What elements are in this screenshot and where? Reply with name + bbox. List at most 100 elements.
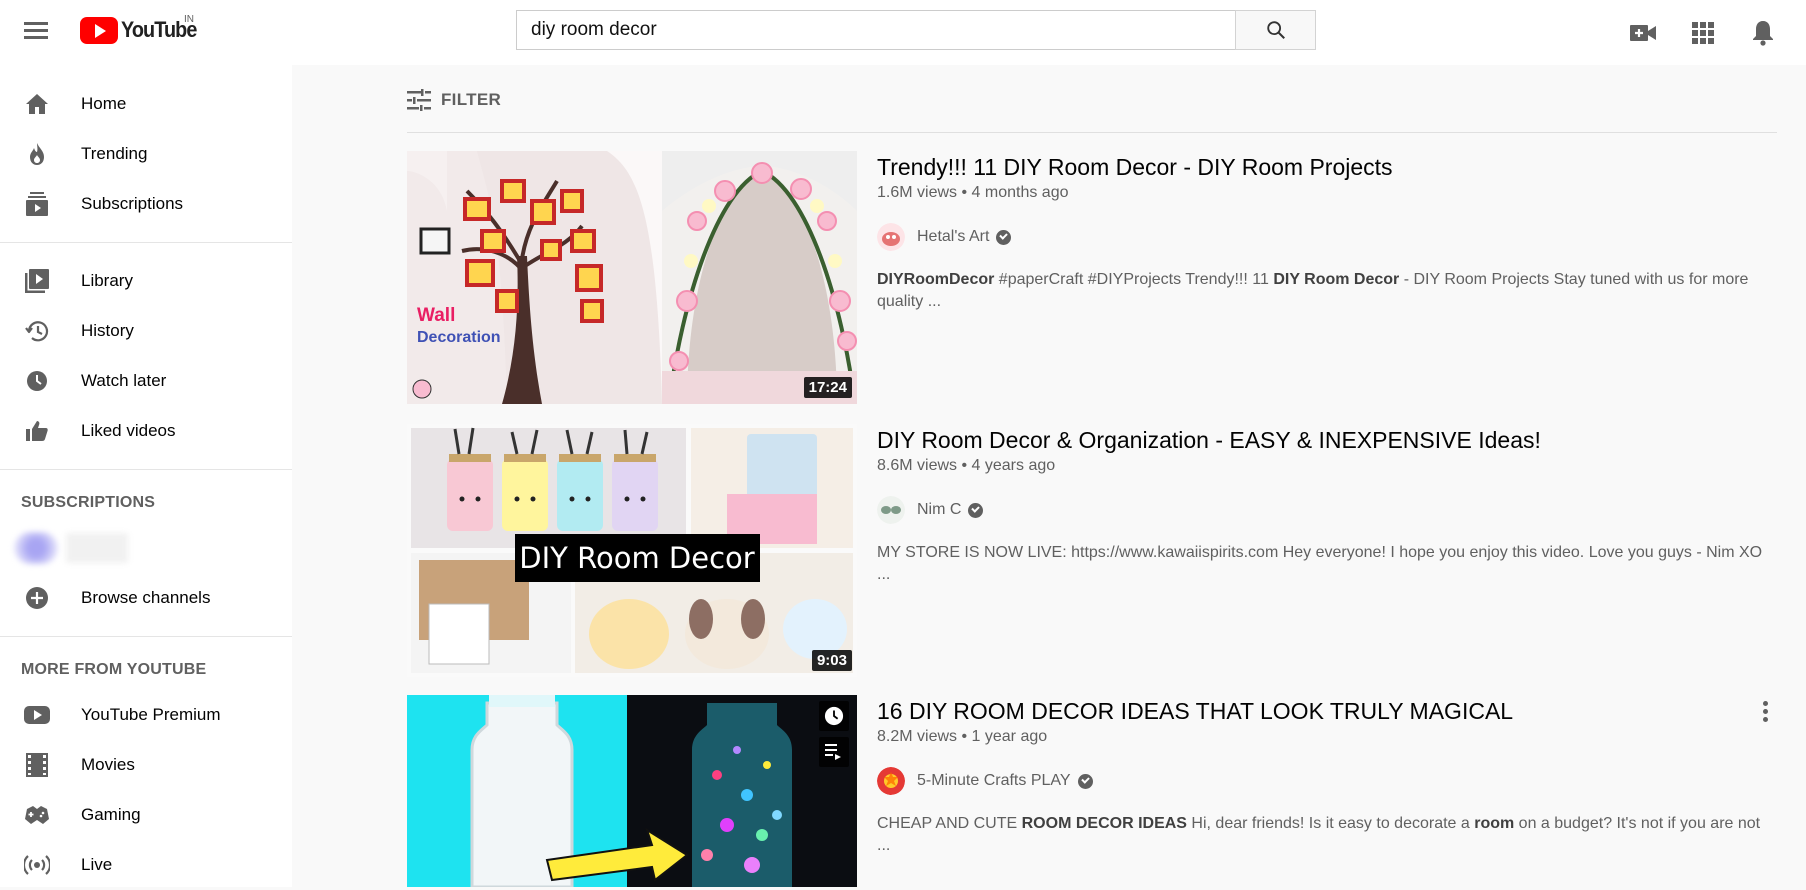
thumbnail-text: DIY Room Decor xyxy=(519,541,754,575)
sidebar-item-gaming[interactable]: Gaming xyxy=(0,790,292,840)
sidebar-item-home[interactable]: Home xyxy=(0,79,292,129)
video-info: Trendy!!! 11 DIY Room Decor - DIY Room P… xyxy=(877,151,1777,404)
video-title[interactable]: DIY Room Decor & Organization - EASY & I… xyxy=(877,425,1777,455)
home-icon xyxy=(24,91,50,117)
video-result: Wall Decoration 17:24 Trendy!!! 11 DIY R… xyxy=(407,151,1777,404)
video-description: MY STORE IS NOW LIVE: https://www.kawaii… xyxy=(877,542,1777,586)
add-to-queue-button[interactable] xyxy=(819,737,849,767)
sidebar-item-youtube-premium[interactable]: YouTube Premium xyxy=(0,690,292,740)
desc-segment: DIY Room Decor xyxy=(1273,271,1400,288)
channel-link[interactable]: Hetal's Art xyxy=(877,222,1777,252)
search-input[interactable] xyxy=(516,10,1236,50)
create-video-icon[interactable] xyxy=(1628,18,1658,48)
watch-later-button[interactable] xyxy=(819,701,849,731)
subscriptions-icon xyxy=(24,191,50,217)
sidebar-item-movies[interactable]: Movies xyxy=(0,740,292,790)
verified-badge-icon xyxy=(968,502,984,518)
sidebar-item-live[interactable]: Live xyxy=(0,840,292,890)
filter-label: FILTER xyxy=(441,90,502,109)
video-thumbnail[interactable]: Wall Decoration 17:24 xyxy=(407,151,857,404)
video-metadata: 8.6M views • 4 years ago xyxy=(877,455,1777,477)
verified-badge-icon xyxy=(996,229,1012,245)
video-duration: 17:24 xyxy=(803,377,852,398)
thumbnail-image: DIY Room Decor xyxy=(407,424,857,677)
search-icon xyxy=(1266,21,1285,39)
sidebar-item-browse-channels[interactable]: Browse channels xyxy=(0,573,292,623)
channel-avatar xyxy=(877,223,905,251)
subscription-channel-item[interactable] xyxy=(0,523,292,573)
sidebar-item-subscriptions[interactable]: Subscriptions xyxy=(0,179,292,229)
upload-age: 4 months ago xyxy=(971,184,1069,201)
channel-name: 5-Minute Crafts PLAY xyxy=(917,772,1071,789)
desc-segment: #paperCraft #DIYProjects Trendy!!! 11 xyxy=(994,271,1274,288)
apps-grid-icon[interactable] xyxy=(1688,18,1718,48)
desc-segment: DIYRoomDecor xyxy=(877,271,995,288)
youtube-logo[interactable]: YouTube IN xyxy=(80,14,205,45)
country-code: IN xyxy=(184,14,194,25)
sidebar-item-label: Live xyxy=(81,855,113,874)
sidebar-item-label: YouTube Premium xyxy=(81,705,221,724)
video-thumbnail[interactable]: DIY Room Decor 9:03 xyxy=(407,424,857,677)
clock-icon xyxy=(24,368,50,394)
filter-bar: FILTER xyxy=(407,89,1777,133)
channel-link[interactable]: Nim C xyxy=(877,495,1777,525)
channel-avatar xyxy=(877,496,905,524)
youtube-icon xyxy=(24,702,50,728)
sidebar-item-label: Watch later xyxy=(81,371,167,390)
thumbnail-image xyxy=(407,695,857,887)
video-result: 16 DIY ROOM DECOR IDEAS THAT LOOK TRULY … xyxy=(407,695,1777,887)
sidebar-item-watch-later[interactable]: Watch later xyxy=(0,356,292,406)
thumbnail-text: Wall xyxy=(417,305,455,326)
sidebar-item-label: History xyxy=(81,321,134,340)
search-button[interactable] xyxy=(1235,10,1316,50)
desc-segment: room xyxy=(1474,815,1515,832)
thumbnail-text: Decoration xyxy=(417,329,501,346)
gamepad-icon xyxy=(24,802,50,828)
video-title[interactable]: Trendy!!! 11 DIY Room Decor - DIY Room P… xyxy=(877,152,1777,182)
video-metadata: 8.2M views • 1 year ago xyxy=(877,726,1777,748)
video-metadata: 1.6M views • 4 months ago xyxy=(877,182,1777,204)
video-info: 16 DIY ROOM DECOR IDEAS THAT LOOK TRULY … xyxy=(877,695,1777,887)
youtube-play-icon xyxy=(80,16,118,44)
library-icon xyxy=(24,268,50,294)
sidebar-item-label: Browse channels xyxy=(81,588,211,607)
video-title[interactable]: 16 DIY ROOM DECOR IDEAS THAT LOOK TRULY … xyxy=(877,696,1777,726)
thumbs-up-icon xyxy=(24,418,50,444)
sidebar-item-label: Library xyxy=(81,271,133,290)
filter-button[interactable]: FILTER xyxy=(407,89,501,111)
video-thumbnail[interactable] xyxy=(407,695,857,887)
video-description: CHEAP AND CUTE ROOM DECOR IDEAS Hi, dear… xyxy=(877,813,1777,857)
video-description: DIYRoomDecor #paperCraft #DIYProjects Tr… xyxy=(877,269,1777,313)
sidebar-item-label: Movies xyxy=(81,755,135,774)
channel-avatar xyxy=(877,767,905,795)
sidebar-item-label: Trending xyxy=(81,144,148,163)
upload-age: 1 year ago xyxy=(971,728,1048,745)
queue-icon xyxy=(825,744,841,760)
subscriptions-heading: SUBSCRIPTIONS xyxy=(21,494,156,511)
clock-icon xyxy=(824,706,844,726)
sidebar-item-library[interactable]: Library xyxy=(0,256,292,306)
more-actions-icon[interactable] xyxy=(1753,697,1777,725)
sidebar-item-history[interactable]: History xyxy=(0,306,292,356)
view-count: 8.6M views xyxy=(877,457,958,474)
more-from-youtube-heading: MORE FROM YOUTUBE xyxy=(21,661,207,678)
channel-link[interactable]: 5-Minute Crafts PLAY xyxy=(877,766,1777,796)
thumbnail-image: Wall Decoration xyxy=(407,151,857,404)
desc-segment: CHEAP AND CUTE xyxy=(877,815,1022,832)
history-icon xyxy=(24,318,50,344)
masthead: YouTube IN xyxy=(0,0,1806,65)
video-result: DIY Room Decor 9:03 DIY Room Decor & Org… xyxy=(407,424,1777,677)
sidebar: Home Trending Subscriptions Library Hist… xyxy=(0,65,292,887)
meta-separator: • xyxy=(957,184,972,201)
sidebar-divider xyxy=(0,242,292,243)
upload-age: 4 years ago xyxy=(971,457,1056,474)
channel-avatar xyxy=(14,532,58,564)
sidebar-item-liked-videos[interactable]: Liked videos xyxy=(0,406,292,456)
menu-icon[interactable] xyxy=(22,18,50,46)
notifications-bell-icon[interactable] xyxy=(1748,18,1778,48)
sidebar-item-label: Home xyxy=(81,94,127,113)
film-icon xyxy=(24,752,50,778)
sidebar-item-trending[interactable]: Trending xyxy=(0,129,292,179)
channel-name-blurred xyxy=(66,533,128,563)
meta-separator: • xyxy=(957,457,972,474)
